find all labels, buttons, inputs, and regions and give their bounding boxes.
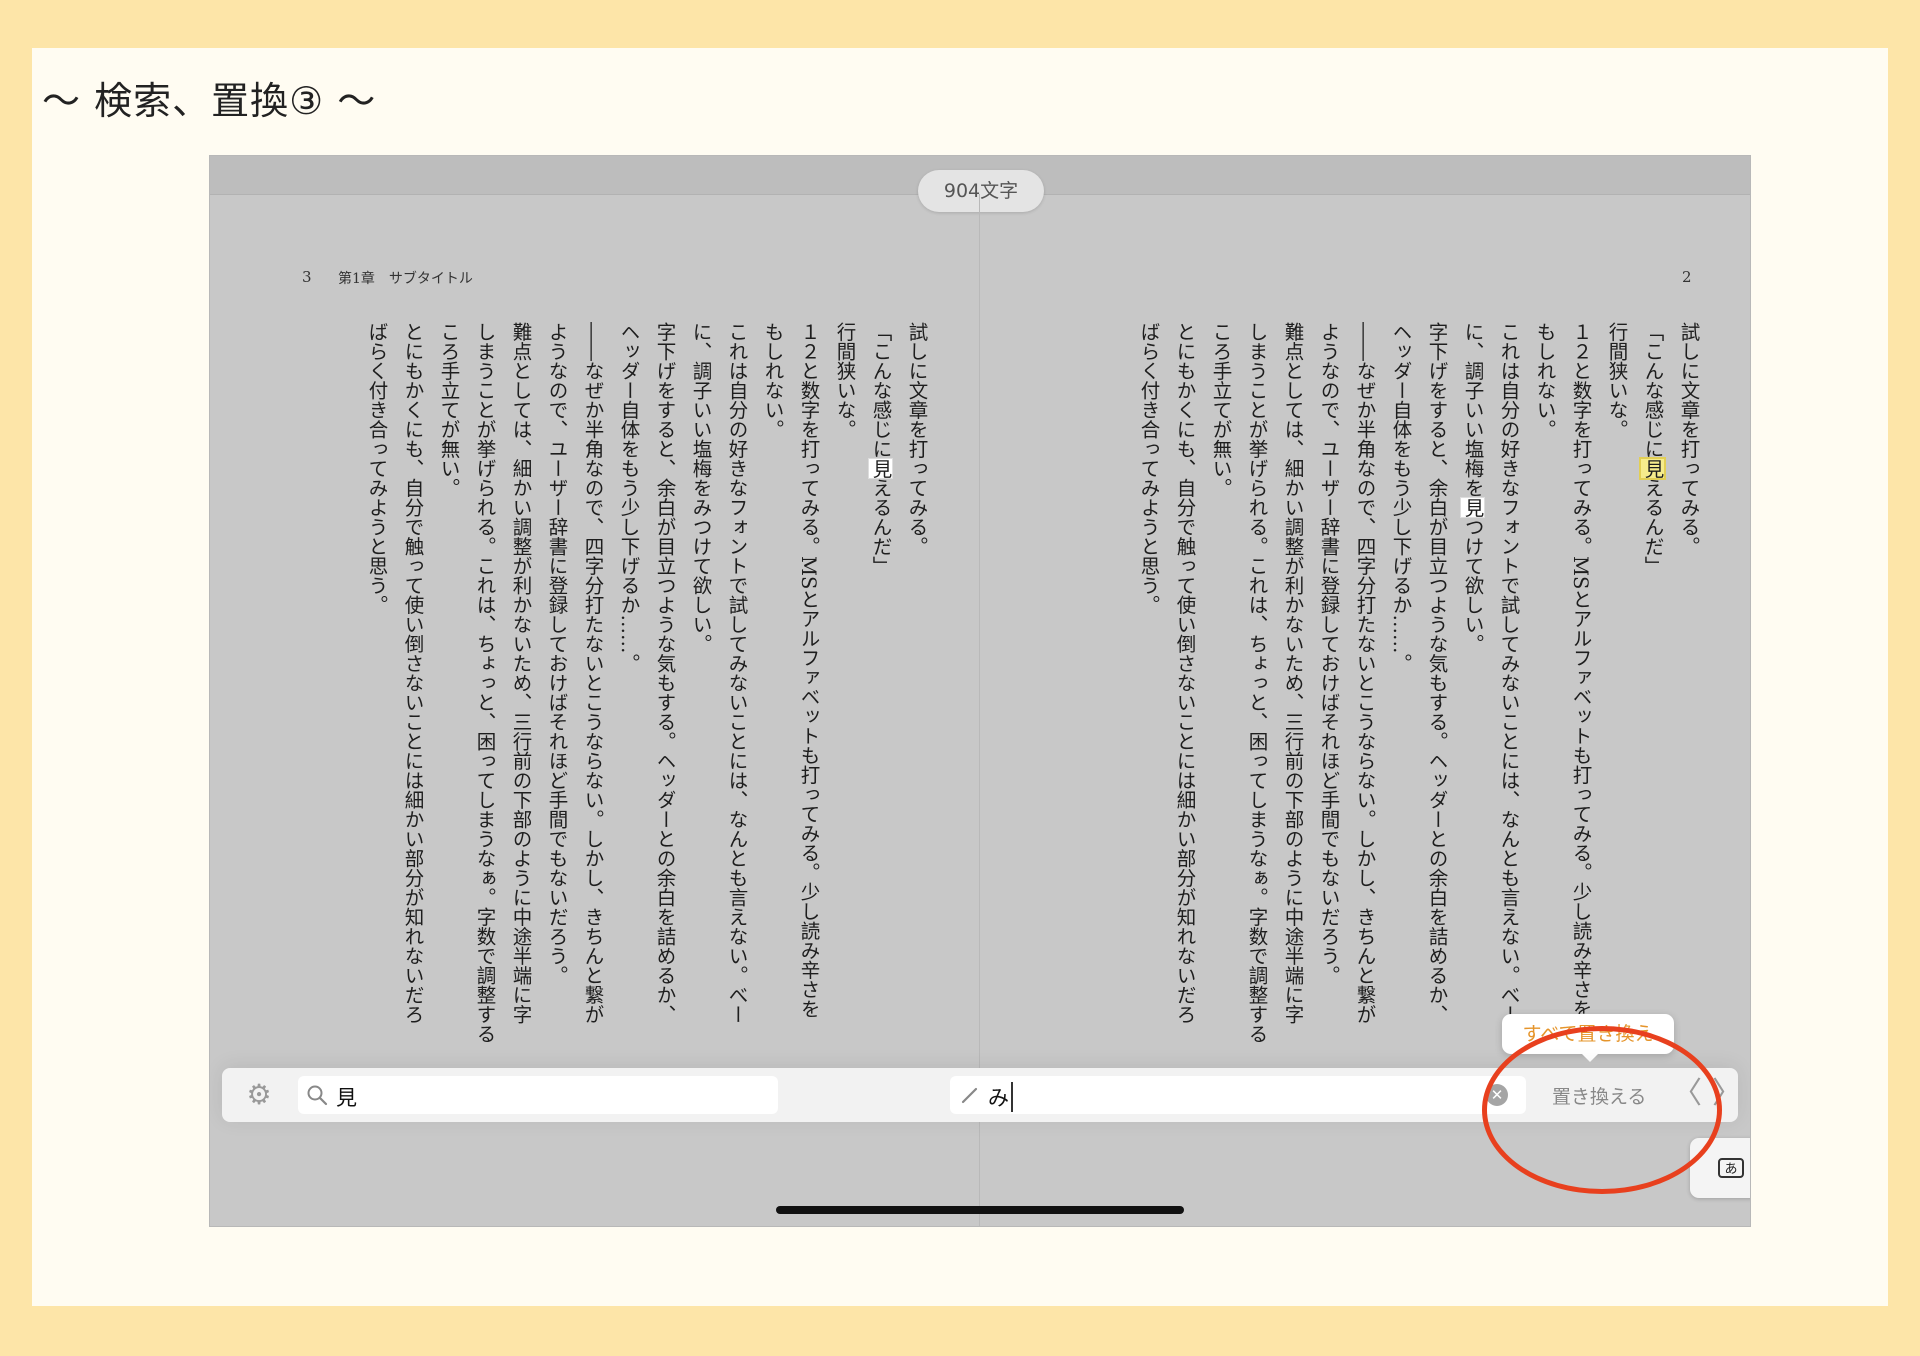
text-line: ころ手立てが無い。 (437, 322, 460, 498)
text-line: 「こんな感じに見えるんだ」 (1639, 322, 1666, 576)
text-line: 行間狭いな。 (1605, 322, 1628, 439)
text-line: ――なぜか半角なので、四字分打たないとこうならない。しかし、きちんと繋が (581, 322, 604, 1024)
text-line: もしれない。 (1533, 322, 1556, 439)
text-line: 試しに文章を打ってみる。 (1677, 322, 1700, 556)
text-line: とにもかくにも、自分で触って使い倒さないことには細かい部分が知れないだろ (401, 322, 424, 1024)
pencil-icon (961, 1087, 978, 1104)
text-line: 行間狭いな。 (833, 322, 856, 439)
text-line: １２と数字を打ってみる。MSとアルファベットも打ってみる。少し読み辛さを (797, 322, 820, 1019)
text-line: 字下げをすると、余白が目立つような気もする。ヘッダーとの余白を詰めるか、 (1425, 322, 1448, 1024)
keyboard-icon: あ (1718, 1158, 1744, 1178)
text-line: これは自分の好きなフォントで試してみないことには、なんとも言えない。べー (1497, 322, 1520, 1024)
text-line: 「こんな感じに見えるんだ」 (868, 322, 893, 576)
text-line: ようなので、ユーザー辞書に登録しておけばそれほど手間でもないだろう。 (545, 322, 568, 985)
text-line: しまうことが挙げられる。これは、ちょっと、困ってしまうなぁ。字数で調整する (473, 322, 496, 1044)
replace-value: み (988, 1082, 1013, 1112)
search-query: 見 (336, 1086, 357, 1110)
annotation-circle (1482, 1026, 1722, 1194)
text-line: １２と数字を打ってみる。MSとアルファベットも打ってみる。少し読み辛さを (1569, 322, 1592, 1019)
search-match[interactable]: 見 (868, 457, 893, 479)
text-line: に、調子いい塩梅を見つけて欲しい。 (1460, 322, 1485, 654)
slide-card: ～ 検索、置換③ ～ ••• 904文字 3 第1章 サブタイトル 試しに文章を… (32, 48, 1888, 1306)
left-page-number: 3 (302, 268, 312, 286)
slide-title: ～ 検索、置換③ ～ (42, 79, 377, 123)
left-page-text: 試しに文章を打ってみる。 「こんな感じに見えるんだ」 行間狭いな。 １２と数字を… (286, 322, 934, 1046)
text-line: ばらく付き合ってみようと思う。 (365, 322, 388, 615)
text-line: 試しに文章を打ってみる。 (905, 322, 928, 556)
text-line: に、調子いい塩梅をみつけて欲しい。 (689, 322, 712, 654)
text-line: ようなので、ユーザー辞書に登録しておけばそれほど手間でもないだろう。 (1317, 322, 1340, 985)
text-line: これは自分の好きなフォントで試してみないことには、なんとも言えない。べー (725, 322, 748, 1024)
char-count-badge[interactable]: 904文字 (918, 170, 1044, 212)
right-page-text: 試しに文章を打ってみる。 「こんな感じに見えるんだ」 行間狭いな。 １２と数字を… (1106, 322, 1706, 1046)
search-icon (307, 1085, 328, 1106)
search-match-current[interactable]: 見 (1639, 456, 1666, 480)
text-line: もしれない。 (761, 322, 784, 439)
replace-input[interactable]: み (950, 1076, 1526, 1114)
text-line: ころ手立てが無い。 (1209, 322, 1232, 498)
right-page-number: 2 (1682, 268, 1692, 286)
text-line: とにもかくにも、自分で触って使い倒さないことには細かい部分が知れないだろ (1173, 322, 1196, 1024)
home-indicator[interactable] (776, 1206, 1184, 1214)
text-line: しまうことが挙げられる。これは、ちょっと、困ってしまうなぁ。字数で調整する (1245, 322, 1268, 1044)
text-line: ヘッダー自体をもう少し下げるか……。 (1389, 322, 1412, 673)
text-line: 字下げをすると、余白が目立つような気もする。ヘッダーとの余白を詰めるか、 (653, 322, 676, 1024)
running-head: 第1章 サブタイトル (338, 271, 473, 287)
text-line: 難点としては、細かい調整が利かないため、三行前の下部のように中途半端に字 (1281, 322, 1304, 1024)
text-line: 難点としては、細かい調整が利かないため、三行前の下部のように中途半端に字 (509, 322, 532, 1024)
gear-icon[interactable]: ⚙ (244, 1080, 274, 1110)
search-match[interactable]: 見 (1460, 496, 1485, 518)
text-line: ばらく付き合ってみようと思う。 (1137, 322, 1160, 615)
text-line: ヘッダー自体をもう少し下げるか……。 (617, 322, 640, 673)
text-line: ――なぜか半角なので、四字分打たないとこうならない。しかし、きちんと繋が (1353, 322, 1376, 1024)
search-input[interactable]: 見 (298, 1076, 778, 1114)
